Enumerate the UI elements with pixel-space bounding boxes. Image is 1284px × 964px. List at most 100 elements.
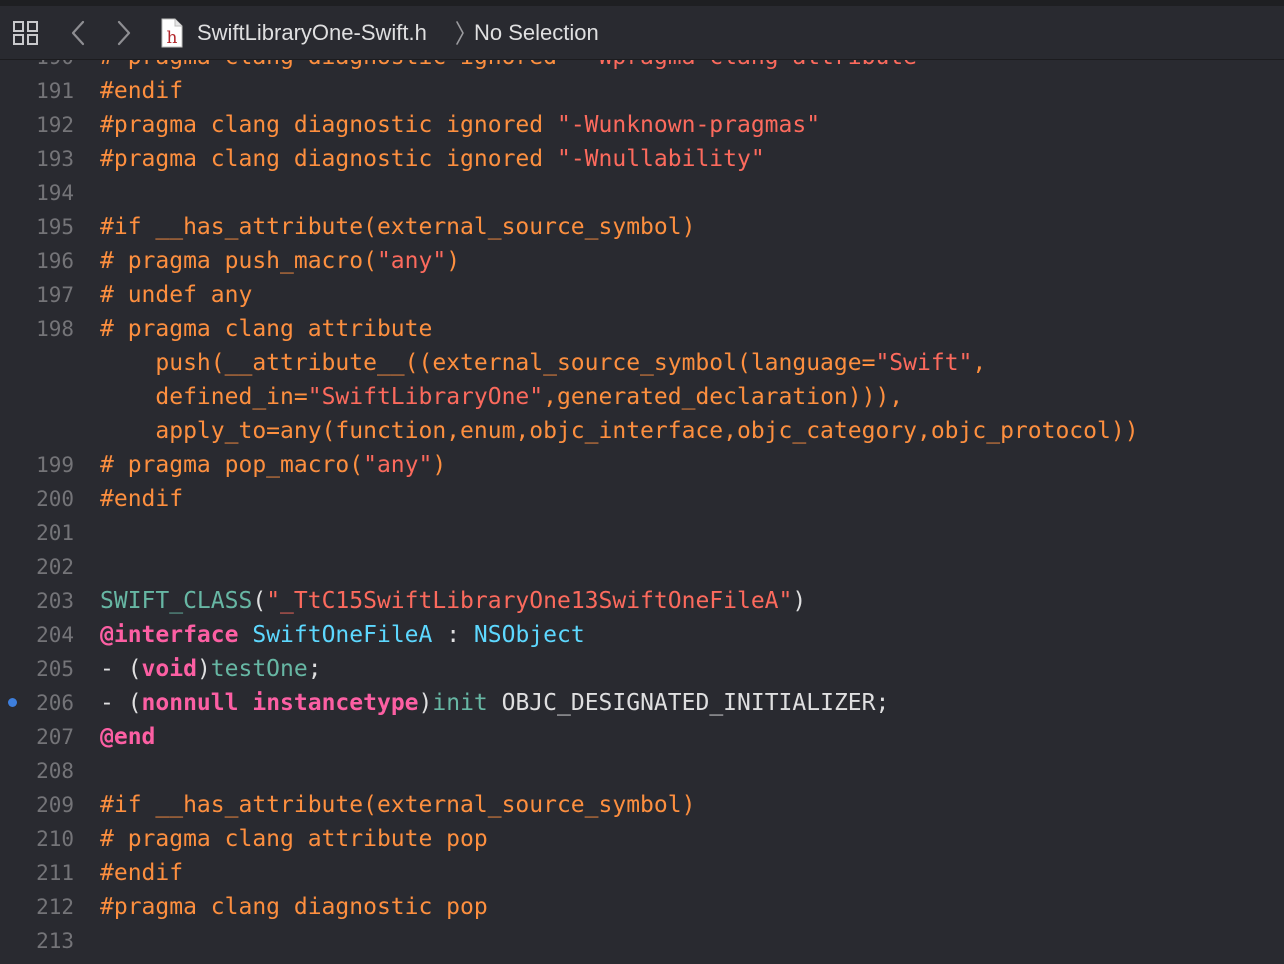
code-token: "-Wunknown-pragmas" <box>556 112 821 138</box>
jump-bar-file-name[interactable]: SwiftLibraryOne-Swift.h <box>197 6 427 60</box>
line-number: 202 <box>36 555 74 579</box>
line-number: 195 <box>36 215 74 239</box>
code-line[interactable]: 202 <box>0 550 1284 584</box>
code-line[interactable]: 205 - (void)testOne; <box>0 652 1284 686</box>
code-text[interactable]: #pragma clang diagnostic ignored "-Wunkn… <box>100 108 820 142</box>
code-line[interactable]: 193 #pragma clang diagnostic ignored "-Wn… <box>0 142 1284 176</box>
code-line[interactable]: 210 # pragma clang attribute pop <box>0 822 1284 856</box>
line-number: 210 <box>36 827 74 851</box>
header-file-icon: h <box>158 6 186 60</box>
code-token: OBJC_DESIGNATED_INITIALIZER; <box>487 690 890 716</box>
line-number: 197 <box>36 283 74 307</box>
code-line[interactable]: 190 # pragma clang diagnostic ignored "-W… <box>0 60 1284 74</box>
line-number: 214 <box>0 958 74 964</box>
line-number: 194 <box>36 181 74 205</box>
code-text[interactable]: #pragma clang diagnostic pop <box>100 890 488 924</box>
code-token: #pragma clang diagnostic ignored <box>100 112 557 138</box>
code-token: ( <box>252 588 267 614</box>
code-text[interactable]: # pragma pop_macro("any") <box>100 448 446 482</box>
code-line[interactable]: 214 <box>0 958 1284 964</box>
code-token: ) <box>446 248 461 274</box>
code-line[interactable]: 195 #if __has_attribute(external_source_s… <box>0 210 1284 244</box>
chevron-right-icon[interactable] <box>108 6 140 60</box>
code-text[interactable]: #endif <box>100 482 183 516</box>
chevron-right-small-icon <box>452 6 468 60</box>
code-line[interactable]: 199 # pragma pop_macro("any") <box>0 448 1284 482</box>
code-text[interactable]: defined_in="SwiftLibraryOne",generated_d… <box>100 380 903 414</box>
code-line[interactable]: 211 #endif <box>0 856 1284 890</box>
code-text[interactable]: @interface SwiftOneFileA : NSObject <box>100 618 585 652</box>
code-token: , <box>972 350 987 376</box>
code-line[interactable]: 207 @end <box>0 720 1284 754</box>
code-line[interactable]: 198 # pragma clang attribute <box>0 312 1284 346</box>
line-number: 213 <box>36 929 74 953</box>
code-token: init <box>432 690 488 716</box>
code-token: # pragma pop_macro( <box>100 452 364 478</box>
code-text[interactable]: - (nonnull instancetype)init OBJC_DESIGN… <box>100 686 889 720</box>
code-line[interactable]: push(__attribute__((external_source_symb… <box>0 346 1284 380</box>
code-line[interactable]: 200 #endif <box>0 482 1284 516</box>
code-line[interactable]: 206 - (nonnull instancetype)init OBJC_DES… <box>0 686 1284 720</box>
code-line[interactable]: 201 <box>0 516 1284 550</box>
code-text[interactable]: # pragma push_macro("any") <box>100 244 460 278</box>
code-text[interactable]: #endif <box>100 856 183 890</box>
line-number: 193 <box>36 147 74 171</box>
code-line[interactable]: 197 # undef any <box>0 278 1284 312</box>
code-line[interactable]: 209 #if __has_attribute(external_source_s… <box>0 788 1284 822</box>
code-token: #endif <box>100 486 184 512</box>
code-token: "Swift" <box>875 350 973 376</box>
jump-bar-selection[interactable]: No Selection <box>474 6 599 60</box>
code-line[interactable]: defined_in="SwiftLibraryOne",generated_d… <box>0 380 1284 414</box>
line-number: 198 <box>36 317 74 341</box>
code-token: ) <box>418 690 433 716</box>
code-line[interactable]: 203 SWIFT_CLASS("_TtC15SwiftLibraryOne13S… <box>0 584 1284 618</box>
code-text[interactable]: # pragma clang attribute <box>100 312 432 346</box>
code-line[interactable]: 212 #pragma clang diagnostic pop <box>0 890 1284 924</box>
code-text[interactable]: - (void)testOne; <box>100 652 322 686</box>
code-line[interactable]: 196 # pragma push_macro("any") <box>0 244 1284 278</box>
code-token: "_TtC15SwiftLibraryOne13SwiftOneFileA" <box>266 588 793 614</box>
code-text[interactable]: apply_to=any(function,enum,objc_interfac… <box>100 414 1138 448</box>
chevron-left-icon[interactable] <box>62 6 94 60</box>
code-line[interactable]: 208 <box>0 754 1284 788</box>
code-line[interactable]: 194 <box>0 176 1284 210</box>
code-token: #pragma clang diagnostic ignored <box>100 146 557 172</box>
code-line[interactable]: 191 #endif <box>0 74 1284 108</box>
code-line[interactable]: 192 #pragma clang diagnostic ignored "-Wu… <box>0 108 1284 142</box>
code-text[interactable]: #if __has_attribute(external_source_symb… <box>100 210 695 244</box>
code-text[interactable]: # pragma clang attribute pop <box>100 822 488 856</box>
code-text[interactable]: #pragma clang diagnostic ignored "-Wnull… <box>100 142 765 176</box>
code-token: testOne <box>210 656 308 682</box>
line-number: 212 <box>36 895 74 919</box>
code-token: #if __has_attribute(external_source_symb… <box>100 214 696 240</box>
code-view[interactable]: 190 # pragma clang diagnostic ignored "-W… <box>0 60 1284 964</box>
line-number: 207 <box>36 725 74 749</box>
code-token: # pragma clang attribute <box>100 316 433 342</box>
source-editor[interactable]: 190 # pragma clang diagnostic ignored "-W… <box>0 60 1284 964</box>
code-text[interactable]: #if __has_attribute(external_source_symb… <box>100 788 695 822</box>
code-token: defined_in= <box>100 384 308 410</box>
code-text[interactable]: push(__attribute__((external_source_symb… <box>100 346 986 380</box>
code-token: void <box>141 656 197 682</box>
code-line[interactable]: 204 @interface SwiftOneFileA : NSObject <box>0 618 1284 652</box>
code-token: ) <box>792 588 807 614</box>
line-number: 191 <box>36 79 74 103</box>
code-text[interactable]: @end <box>100 720 155 754</box>
code-token: : <box>432 622 474 648</box>
code-token: push(__attribute__((external_source_symb… <box>100 350 876 376</box>
line-number: 208 <box>36 759 74 783</box>
code-line[interactable]: 213 <box>0 924 1284 958</box>
code-token: instancetype <box>252 690 419 716</box>
code-text[interactable]: #endif <box>100 74 183 108</box>
line-number: 192 <box>36 113 74 137</box>
code-token: - ( <box>100 656 142 682</box>
code-line[interactable]: apply_to=any(function,enum,objc_interfac… <box>0 414 1284 448</box>
line-number: 211 <box>36 861 74 885</box>
code-text[interactable]: # pragma clang diagnostic ignored "-Wpra… <box>100 60 931 74</box>
code-text[interactable]: SWIFT_CLASS("_TtC15SwiftLibraryOne13Swif… <box>100 584 806 618</box>
code-token: - ( <box>100 690 142 716</box>
code-token: "any" <box>376 248 447 274</box>
related-items-icon[interactable] <box>10 6 42 60</box>
code-text[interactable]: # undef any <box>100 278 252 312</box>
